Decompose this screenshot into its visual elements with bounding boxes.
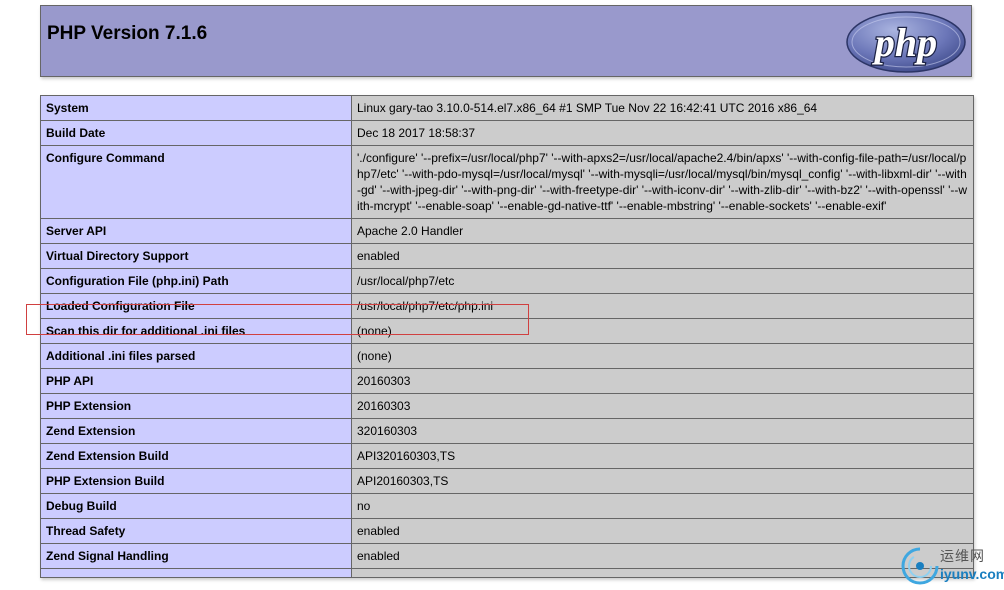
row-key: Scan this dir for additional .ini files — [40, 318, 352, 344]
row-value: Dec 18 2017 18:58:37 — [351, 120, 974, 146]
row-key: Zend Extension — [40, 418, 352, 444]
table-row: Loaded Configuration File/usr/local/php7… — [40, 293, 974, 319]
table-row: Zend Signal Handling enabled — [40, 543, 974, 569]
row-value: no — [351, 493, 974, 519]
row-value: Linux gary-tao 3.10.0-514.el7.x86_64 #1 … — [351, 95, 974, 121]
table-row: PHP Extension Build API20160303,TS — [40, 468, 974, 494]
row-key: Zend Signal Handling — [40, 543, 352, 569]
watermark-cn: 运维网 — [940, 549, 985, 565]
phpinfo-page: PHP Version 7.1.6 php System Linux gary-t… — [0, 0, 1004, 590]
table-row: Build Date Dec 18 2017 18:58:37 — [40, 120, 974, 146]
row-value: API20160303,TS — [351, 468, 974, 494]
row-key: Virtual Directory Support — [40, 243, 352, 269]
row-key: Additional .ini files parsed — [40, 343, 352, 369]
php-logo[interactable]: php — [845, 10, 967, 74]
row-value: enabled — [351, 543, 974, 569]
table-row: Server API Apache 2.0 Handler — [40, 218, 974, 244]
table-row: Debug Build no — [40, 493, 974, 519]
row-value: API320160303,TS — [351, 443, 974, 469]
watermark-en: iyunv.com — [940, 566, 1004, 582]
row-key: Build Date — [40, 120, 352, 146]
php-version-header: PHP Version 7.1.6 php — [40, 5, 972, 77]
row-value: enabled — [351, 518, 974, 544]
row-value — [351, 568, 974, 578]
table-row: Zend Extension 320160303 — [40, 418, 974, 444]
php-logo-text: php — [872, 20, 937, 65]
row-value: /usr/local/php7/etc — [351, 268, 974, 294]
row-key: System — [40, 95, 352, 121]
table-row: Virtual Directory Support enabled — [40, 243, 974, 269]
table-row: PHP API 20160303 — [40, 368, 974, 394]
row-value: /usr/local/php7/etc/php.ini — [351, 293, 974, 319]
row-key: Server API — [40, 218, 352, 244]
row-value: (none) — [351, 318, 974, 344]
table-row: PHP Extension 20160303 — [40, 393, 974, 419]
table-row: Configuration File (php.ini) Path/usr/lo… — [40, 268, 974, 294]
row-key: Configure Command — [40, 145, 352, 219]
table-row: System Linux gary-tao 3.10.0-514.el7.x86_… — [40, 95, 974, 121]
table-row: Zend Extension Build API320160303,TS — [40, 443, 974, 469]
page-title: PHP Version 7.1.6 — [47, 23, 208, 44]
row-value: './configure' '--prefix=/usr/local/php7'… — [351, 145, 974, 219]
row-key: Configuration File (php.ini) Path — [40, 268, 352, 294]
row-key: Zend Extension Build — [40, 443, 352, 469]
row-key: Loaded Configuration File — [40, 293, 352, 319]
row-value: Apache 2.0 Handler — [351, 218, 974, 244]
row-value: (none) — [351, 343, 974, 369]
row-value: 20160303 — [351, 393, 974, 419]
table-row: Additional .ini files parsed (none) — [40, 343, 974, 369]
row-key — [40, 568, 352, 578]
table-row — [40, 568, 974, 578]
watermark-logo-icon — [901, 547, 939, 585]
row-key: Thread Safety — [40, 518, 352, 544]
table-row: Configure Command './configure' '--prefix… — [40, 145, 974, 219]
row-value: 320160303 — [351, 418, 974, 444]
row-key: PHP API — [40, 368, 352, 394]
watermark: 运维网 iyunv.com — [900, 544, 1004, 590]
row-key: Debug Build — [40, 493, 352, 519]
row-value: 20160303 — [351, 368, 974, 394]
row-key: PHP Extension — [40, 393, 352, 419]
php-info-table: System Linux gary-tao 3.10.0-514.el7.x86_… — [40, 95, 974, 578]
table-row: Scan this dir for additional .ini files(… — [40, 318, 974, 344]
table-row: Thread Safety enabled — [40, 518, 974, 544]
row-value: enabled — [351, 243, 974, 269]
row-key: PHP Extension Build — [40, 468, 352, 494]
